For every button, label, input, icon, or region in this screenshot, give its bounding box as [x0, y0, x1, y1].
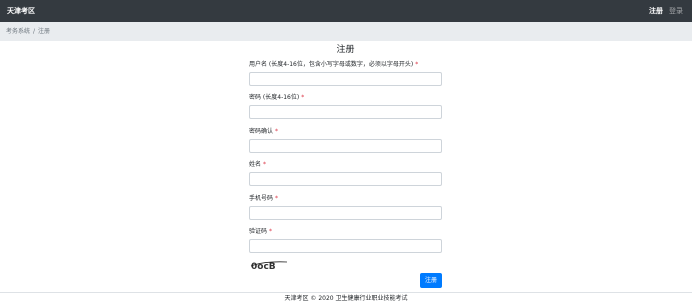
name-label: 姓名 * — [249, 160, 266, 169]
required-mark: * — [275, 128, 279, 135]
top-navbar: 天津考区 注册 登录 — [0, 0, 692, 22]
required-mark: * — [275, 195, 279, 202]
captcha-text: 0ocB — [251, 262, 276, 272]
name-input[interactable] — [249, 172, 442, 186]
breadcrumb-home-link[interactable]: 考务系统 — [6, 26, 30, 37]
name-label-text: 姓名 — [249, 161, 262, 168]
breadcrumb-separator: / — [33, 28, 36, 35]
required-mark: * — [269, 228, 273, 235]
captcha-label-text: 验证码 — [249, 228, 268, 235]
username-label-text: 用户名 (长度4-16位，包含小写字母或数字，必须以字母开头) — [249, 61, 414, 68]
required-mark: * — [415, 61, 419, 68]
password-label-text: 密码 (长度4-16位) — [249, 94, 300, 101]
nav-links: 注册 登录 — [649, 5, 683, 17]
form-title: 注册 — [336, 45, 355, 55]
captcha-image[interactable]: 0ocB — [250, 257, 288, 273]
required-mark: * — [301, 94, 305, 101]
nav-login-link[interactable]: 登录 — [669, 5, 683, 17]
username-input[interactable] — [249, 72, 442, 86]
footer-text: 天津考区 © 2020 卫生健康行业职业技能考试 — [284, 295, 408, 302]
password-confirm-label-text: 密码确认 — [249, 128, 274, 135]
brand-logo-text[interactable]: 天津考区 — [7, 5, 35, 17]
captcha-input[interactable] — [249, 239, 442, 253]
phone-label-text: 手机号码 — [249, 195, 274, 202]
username-label: 用户名 (长度4-16位，包含小写字母或数字，必须以字母开头) * — [249, 60, 418, 69]
password-label: 密码 (长度4-16位) * — [249, 93, 304, 102]
password-confirm-input[interactable] — [249, 139, 442, 153]
nav-register-link[interactable]: 注册 — [649, 5, 663, 17]
phone-label: 手机号码 * — [249, 194, 278, 203]
password-input[interactable] — [249, 105, 442, 119]
breadcrumb-bar: 考务系统 / 注册 — [0, 22, 692, 41]
breadcrumb: 考务系统 / 注册 — [6, 26, 50, 37]
breadcrumb-current: 注册 — [38, 28, 51, 35]
phone-input[interactable] — [249, 206, 442, 220]
captcha-label: 验证码 * — [249, 227, 272, 236]
register-submit-button[interactable]: 注册 — [420, 273, 442, 288]
footer-divider — [0, 292, 692, 293]
password-confirm-label: 密码确认 * — [249, 127, 278, 136]
required-mark: * — [263, 161, 267, 168]
